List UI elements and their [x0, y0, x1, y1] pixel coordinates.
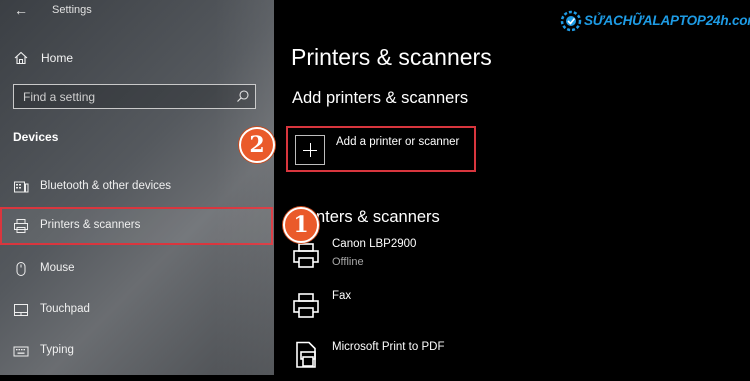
section-title-devices: Devices	[13, 130, 59, 144]
window-title: Settings	[52, 4, 92, 16]
sidebar-item-typing[interactable]: Typing	[0, 332, 274, 370]
add-printer-button[interactable]: Add a printer or scanner	[286, 126, 476, 172]
printer-icon	[293, 243, 319, 268]
printer-item-canon[interactable]: Canon LBP2900 Offline	[292, 238, 592, 278]
touchpad-icon	[14, 304, 28, 316]
mouse-icon	[16, 262, 26, 276]
watermark-logo: SỬACHỮALAPTOP24h.com	[560, 10, 750, 32]
home-label: Home	[41, 51, 74, 65]
sidebar-item-mouse[interactable]: Mouse	[0, 250, 274, 288]
sidebar-item-printers-scanners[interactable]: Printers & scanners	[0, 207, 273, 245]
watermark-text: SỬACHỮALAPTOP24h.com	[584, 13, 750, 28]
printer-status: Offline	[332, 256, 364, 268]
home-link[interactable]: Home	[0, 48, 274, 70]
add-printer-label: Add a printer or scanner	[336, 136, 460, 148]
sidebar-item-label: Printers & scanners	[40, 219, 141, 231]
back-arrow-icon[interactable]: ←	[14, 2, 28, 18]
printer-name: Fax	[332, 290, 352, 302]
sidebar-item-label: Touchpad	[40, 303, 90, 315]
printers-list-heading: nters & scanners	[316, 208, 440, 226]
pdf-printer-icon	[296, 341, 316, 368]
printer-icon	[293, 293, 319, 318]
printer-item-pdf[interactable]: Microsoft Print to PDF	[292, 341, 592, 381]
printer-name: Canon LBP2900	[332, 238, 417, 250]
printer-item-fax[interactable]: Fax	[292, 290, 592, 330]
badge-number: 1	[293, 212, 309, 238]
search-input[interactable]: Find a setting	[13, 84, 256, 109]
settings-sidebar: ← Settings Home Find a setting Devices B…	[0, 0, 274, 375]
sidebar-item-label: Mouse	[40, 262, 75, 274]
sidebar-item-label: Bluetooth & other devices	[40, 180, 172, 192]
title-bar: ← Settings	[0, 0, 274, 22]
main-content: Printers & scanners Add printers & scann…	[274, 0, 750, 375]
step-badge-2: 2	[239, 127, 275, 163]
sidebar-item-bluetooth[interactable]: Bluetooth & other devices	[0, 168, 274, 206]
printer-name: Microsoft Print to PDF	[332, 341, 445, 353]
add-section-title: Add printers & scanners	[292, 89, 469, 107]
sidebar-item-label: Typing	[40, 344, 74, 356]
gear-logo-icon	[560, 10, 582, 32]
keyboard-icon	[13, 346, 29, 357]
step-badge-1: 1	[283, 207, 319, 243]
search-placeholder: Find a setting	[23, 90, 96, 104]
sidebar-item-touchpad[interactable]: Touchpad	[0, 291, 274, 329]
search-icon	[237, 90, 249, 102]
printer-icon	[14, 219, 28, 233]
plus-icon	[295, 135, 325, 165]
bluetooth-devices-icon	[14, 181, 29, 193]
home-icon	[14, 51, 28, 65]
page-title: Printers & scanners	[291, 44, 492, 70]
badge-number: 2	[249, 132, 265, 158]
